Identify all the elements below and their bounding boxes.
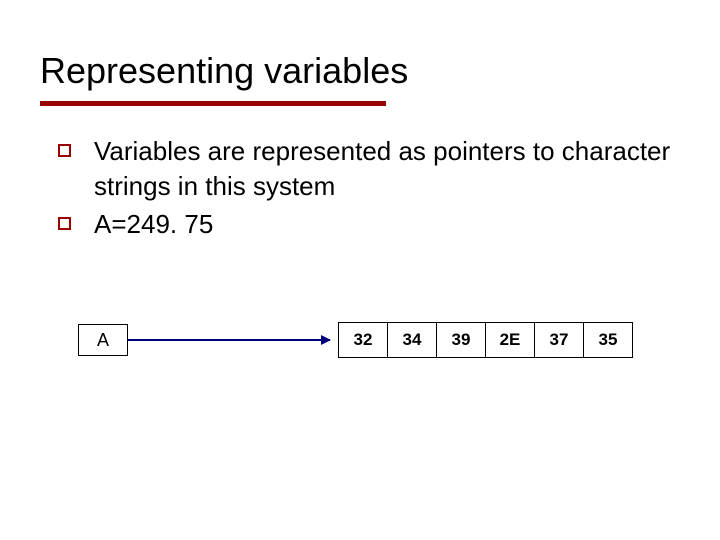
slide: Representing variables Variables are rep… [0,0,720,540]
bullet-item: A=249. 75 [46,207,680,241]
pointer-arrow-icon [128,339,330,341]
byte-value: 2E [500,330,521,350]
variable-label: A [97,330,109,351]
byte-value: 32 [354,330,373,350]
byte-value: 34 [403,330,422,350]
pointer-diagram: A 32 34 39 2E 37 35 [78,322,668,370]
title-block: Representing variables [40,50,680,106]
byte-value: 35 [599,330,618,350]
variable-box: A [78,324,128,356]
byte-value: 39 [452,330,471,350]
title-underline [40,101,386,106]
bullet-text: A=249. 75 [94,209,213,239]
bullet-text: Variables are represented as pointers to… [94,136,670,200]
byte-value: 37 [550,330,569,350]
byte-cell: 34 [387,322,437,358]
content-area: Variables are represented as pointers to… [40,134,680,241]
byte-cell: 32 [338,322,388,358]
byte-cell: 37 [534,322,584,358]
bullet-list: Variables are represented as pointers to… [46,134,680,241]
square-bullet-icon [58,217,71,230]
title-underline-shadow [43,108,389,113]
bullet-item: Variables are represented as pointers to… [46,134,680,203]
square-bullet-icon [58,144,71,157]
slide-title: Representing variables [40,50,680,91]
byte-row: 32 34 39 2E 37 35 [338,322,633,358]
byte-cell: 35 [583,322,633,358]
byte-cell: 39 [436,322,486,358]
byte-cell: 2E [485,322,535,358]
